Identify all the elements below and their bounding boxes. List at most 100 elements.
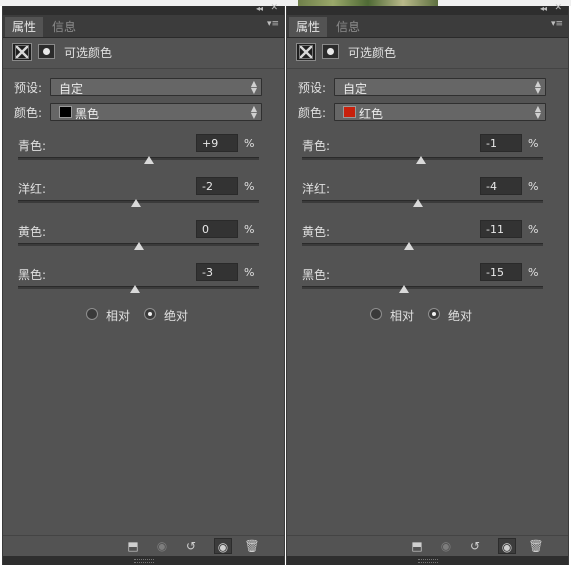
select-arrows-icon: ▲ ▼ xyxy=(250,104,257,120)
tab-info[interactable]: 信息 xyxy=(45,17,83,37)
resize-grip-icon[interactable] xyxy=(417,559,438,563)
color-select[interactable]: 红色 ▲ ▼ xyxy=(334,103,546,121)
slider-value-input[interactable]: -2 xyxy=(196,177,238,195)
tab-bar: 属性 信息 ▾≡ xyxy=(287,15,568,38)
collapse-panel-icon[interactable]: ◂◂ xyxy=(540,4,547,13)
percent-unit: % xyxy=(244,266,255,279)
slider-value-input[interactable]: -15 xyxy=(480,263,522,281)
tab-properties[interactable]: 属性 xyxy=(5,17,44,37)
slider-thumb[interactable] xyxy=(131,199,142,207)
selective-color-adjustment-icon[interactable] xyxy=(12,43,32,61)
dock-footer xyxy=(3,556,284,565)
preset-value: 自定 xyxy=(59,82,84,96)
selective-color-adjustment-icon[interactable] xyxy=(296,43,316,61)
slider-value-input[interactable]: -1 xyxy=(480,134,522,152)
slider-track[interactable] xyxy=(302,286,543,289)
slider-thumb[interactable] xyxy=(399,285,410,293)
slider-value: -4 xyxy=(486,180,497,193)
select-arrows-icon: ▲ ▼ xyxy=(534,104,541,120)
absolute-radio[interactable] xyxy=(428,308,440,320)
percent-unit: % xyxy=(244,180,255,193)
color-swatch xyxy=(59,106,72,118)
properties-panel-left: ◂◂ ✕ 属性 信息 ▾≡ 可选颜色 预设: 自定 ▲ ▼ 颜色: 黑色 ▲ ▼ 青… xyxy=(2,3,285,565)
percent-unit: % xyxy=(528,137,539,150)
slider-label: 青色: xyxy=(302,139,331,153)
preset-select[interactable]: 自定 ▲ ▼ xyxy=(334,78,546,96)
slider-value: 0 xyxy=(202,223,209,236)
select-arrows-icon: ▲ ▼ xyxy=(250,79,257,95)
adjustment-title-row: 可选颜色 xyxy=(287,38,568,69)
preset-select[interactable]: 自定 ▲ ▼ xyxy=(50,78,262,96)
slider-value-input[interactable]: -11 xyxy=(480,220,522,238)
view-previous-icon[interactable]: ◉ xyxy=(437,538,455,554)
percent-unit: % xyxy=(528,180,539,193)
color-value: 黑色 xyxy=(75,107,100,121)
reset-icon[interactable]: ↺ xyxy=(182,538,200,554)
close-panel-icon[interactable]: ✕ xyxy=(270,3,278,13)
color-value: 红色 xyxy=(359,107,384,121)
absolute-label: 绝对 xyxy=(448,309,473,323)
slider-value-input[interactable]: -4 xyxy=(480,177,522,195)
slider-track[interactable] xyxy=(18,157,259,160)
color-label: 颜色: xyxy=(298,106,327,120)
slider-value: +9 xyxy=(202,137,219,150)
visibility-eye-icon[interactable]: ◉ xyxy=(498,538,516,554)
absolute-radio[interactable] xyxy=(144,308,156,320)
slider-thumb[interactable] xyxy=(129,285,140,293)
method-radio-group: 相对 绝对 xyxy=(3,306,284,324)
percent-unit: % xyxy=(528,223,539,236)
tab-info[interactable]: 信息 xyxy=(329,17,367,37)
collapse-panel-icon[interactable]: ◂◂ xyxy=(256,4,263,13)
panel-menu-icon[interactable]: ▾≡ xyxy=(551,19,563,29)
close-panel-icon[interactable]: ✕ xyxy=(554,3,562,13)
slider-value-input[interactable]: 0 xyxy=(196,220,238,238)
slider-value-input[interactable]: +9 xyxy=(196,134,238,152)
dock-footer xyxy=(287,556,568,565)
slider-value: -2 xyxy=(202,180,213,193)
preset-value: 自定 xyxy=(343,82,368,96)
slider-label: 洋红: xyxy=(18,182,47,196)
slider-thumb[interactable] xyxy=(412,199,423,207)
select-arrows-icon: ▲ ▼ xyxy=(534,79,541,95)
relative-radio[interactable] xyxy=(370,308,382,320)
clip-to-layer-icon[interactable]: ⬒ xyxy=(124,538,142,554)
resize-grip-icon[interactable] xyxy=(133,559,154,563)
slider-thumb[interactable] xyxy=(404,242,415,250)
clip-to-layer-icon[interactable]: ⬒ xyxy=(408,538,426,554)
slider-value: -15 xyxy=(486,266,504,279)
relative-radio[interactable] xyxy=(86,308,98,320)
view-previous-icon[interactable]: ◉ xyxy=(153,538,171,554)
relative-label: 相对 xyxy=(390,309,415,323)
slider-value: -1 xyxy=(486,137,497,150)
slider-label: 黄色: xyxy=(302,225,331,239)
adjustment-title: 可选颜色 xyxy=(348,46,397,60)
slider-thumb[interactable] xyxy=(416,156,427,164)
percent-unit: % xyxy=(528,266,539,279)
slider-label: 青色: xyxy=(18,139,47,153)
trash-icon[interactable]: 🗑 xyxy=(527,538,545,554)
tab-bar: 属性 信息 ▾≡ xyxy=(3,15,284,38)
slider-thumb[interactable] xyxy=(133,242,144,250)
slider-value-input[interactable]: -3 xyxy=(196,263,238,281)
color-label: 颜色: xyxy=(14,106,43,120)
tab-properties[interactable]: 属性 xyxy=(289,17,328,37)
adjustment-title-row: 可选颜色 xyxy=(3,38,284,69)
slider-value: -3 xyxy=(202,266,213,279)
trash-icon[interactable]: 🗑 xyxy=(243,538,261,554)
reset-icon[interactable]: ↺ xyxy=(466,538,484,554)
slider-track[interactable] xyxy=(302,243,543,246)
slider-thumb[interactable] xyxy=(144,156,155,164)
adjustment-title: 可选颜色 xyxy=(64,46,113,60)
color-select[interactable]: 黑色 ▲ ▼ xyxy=(50,103,262,121)
visibility-eye-icon[interactable]: ◉ xyxy=(214,538,232,554)
percent-unit: % xyxy=(244,137,255,150)
layer-mask-icon[interactable] xyxy=(322,44,339,59)
slider-label: 黄色: xyxy=(18,225,47,239)
dock-header: ◂◂ ✕ xyxy=(3,3,284,15)
panel-bottom-toolbar: ⬒ ◉ ↺ ◉ 🗑 xyxy=(3,535,284,556)
percent-unit: % xyxy=(244,223,255,236)
relative-label: 相对 xyxy=(106,309,131,323)
panel-menu-icon[interactable]: ▾≡ xyxy=(267,19,279,29)
method-radio-group: 相对 绝对 xyxy=(287,306,568,324)
layer-mask-icon[interactable] xyxy=(38,44,55,59)
